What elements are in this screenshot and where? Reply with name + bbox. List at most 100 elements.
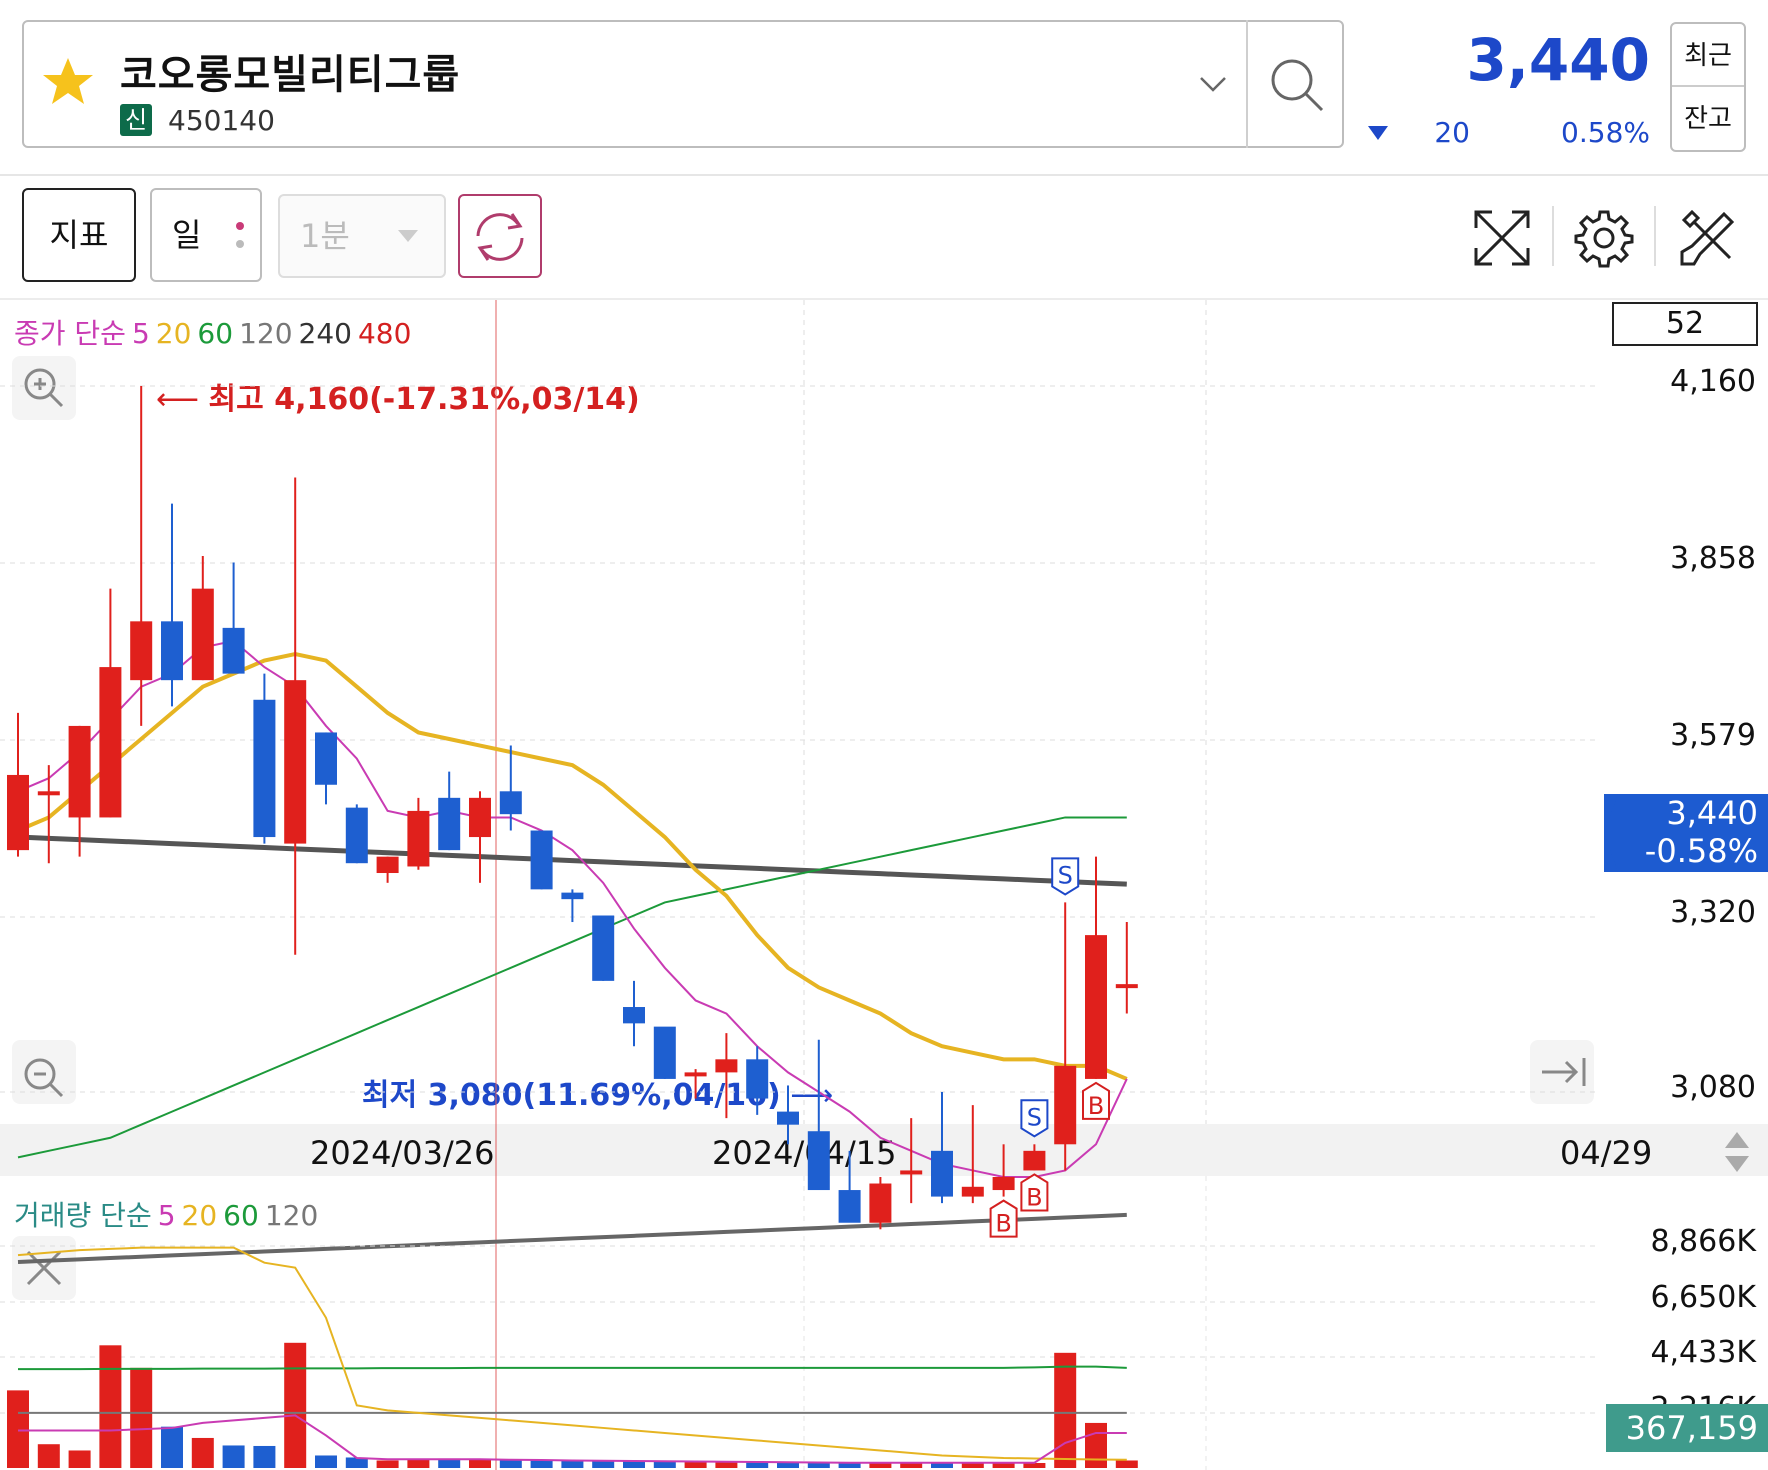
stock-name: 코오롱모빌리티그룹	[120, 52, 461, 98]
volume-y-tick: 8,866K	[1650, 1224, 1756, 1259]
volume-y-tick: 6,650K	[1650, 1280, 1756, 1315]
volume-bar	[253, 1445, 276, 1468]
svg-text:S: S	[1027, 1103, 1042, 1131]
candle-body	[684, 1072, 707, 1077]
ma240-line	[17, 1212, 1127, 1264]
volume-bar	[561, 1460, 584, 1468]
price-volume-chart[interactable]: BBSSB	[0, 300, 1610, 1470]
candle-body	[869, 1183, 892, 1223]
candle-body	[592, 915, 615, 981]
volume-bar	[530, 1460, 553, 1468]
volume-bar	[592, 1460, 615, 1468]
favorite-star-icon[interactable]	[40, 56, 96, 108]
price-change: 20	[1434, 116, 1470, 149]
candle-body	[1054, 1065, 1077, 1145]
price-y-tick: 3,579	[1670, 718, 1756, 753]
candle-body	[1115, 984, 1138, 989]
candle-body	[961, 1186, 984, 1197]
divider	[0, 174, 1768, 176]
sell-signal-marker: S	[1051, 857, 1080, 896]
interval-select[interactable]: 1분	[278, 194, 446, 278]
volume-bar	[7, 1390, 29, 1468]
candle-body	[130, 621, 153, 681]
candle-body	[222, 627, 245, 674]
candle-body	[376, 856, 399, 874]
candle-body	[900, 1170, 923, 1175]
svg-text:B: B	[1088, 1092, 1104, 1120]
candle-body	[99, 667, 122, 818]
volume-bar	[653, 1461, 676, 1468]
candle-body	[807, 1131, 830, 1191]
volume-bar	[99, 1345, 122, 1468]
volume-bar	[499, 1460, 522, 1468]
search-button[interactable]	[1246, 20, 1344, 148]
volume-bar	[684, 1461, 707, 1468]
buy-signal-marker: B	[1082, 1081, 1110, 1120]
candle-body	[345, 807, 368, 864]
recent-button[interactable]: 최근	[1672, 24, 1744, 87]
search-icon	[1271, 59, 1324, 112]
price-y-tick: 3,320	[1670, 895, 1756, 930]
tools-icon[interactable]	[1674, 206, 1738, 270]
volume-bar	[284, 1342, 307, 1468]
recent-balance-toggle: 최근 잔고	[1670, 22, 1746, 152]
volume-bar	[191, 1437, 214, 1468]
candle-body	[561, 892, 584, 900]
refresh-icon	[476, 213, 524, 261]
candle-body	[931, 1150, 953, 1197]
indicator-button[interactable]: 지표	[22, 188, 136, 282]
volume-bar	[931, 1462, 953, 1468]
volume-bar	[130, 1367, 153, 1468]
buy-signal-marker: B	[989, 1199, 1018, 1238]
candle-body	[530, 830, 553, 890]
svg-text:B: B	[1026, 1183, 1042, 1211]
candle-body	[715, 1059, 738, 1073]
volume-bar	[746, 1462, 769, 1468]
candle-body	[653, 1026, 676, 1079]
volume-bar	[1023, 1462, 1046, 1468]
volume-bar	[1085, 1422, 1107, 1468]
candle-body	[1085, 935, 1107, 1079]
current-price-tag: 3,440 -0.58%	[1604, 794, 1768, 872]
ma60-line	[17, 816, 1127, 1159]
toolbar-divider	[1654, 206, 1656, 266]
svg-text:B: B	[995, 1210, 1011, 1238]
price-y-tick: 4,160	[1670, 364, 1756, 399]
candle-body	[499, 791, 522, 815]
current-price-tag-value: 3,440	[1666, 794, 1758, 832]
candle-count-box[interactable]: 52	[1612, 302, 1758, 346]
candle-body	[7, 774, 29, 851]
volume-bar	[1115, 1460, 1138, 1468]
current-price: 3,440	[1466, 26, 1650, 94]
ma20-line	[17, 651, 1128, 1081]
chevron-down-icon[interactable]	[1198, 74, 1228, 96]
down-arrow-icon	[1368, 126, 1388, 140]
volume-bar	[992, 1462, 1015, 1468]
credit-badge: 신	[120, 104, 152, 136]
toolbar-divider	[1552, 206, 1554, 266]
current-volume-tag: 367,159	[1606, 1404, 1768, 1452]
sell-signal-marker: S	[1020, 1099, 1049, 1138]
refresh-button[interactable]	[458, 194, 542, 278]
candle-body	[407, 810, 430, 867]
resize-arrows-icon[interactable]	[1722, 1130, 1752, 1174]
candle-body	[623, 1007, 645, 1024]
interval-label: 1분	[300, 217, 350, 255]
volume-bar	[407, 1459, 430, 1468]
candle-body	[284, 680, 307, 844]
fullscreen-icon[interactable]	[1470, 206, 1534, 270]
volume-bar	[469, 1459, 491, 1468]
gear-icon[interactable]	[1572, 206, 1636, 270]
more-dots-icon	[236, 222, 244, 258]
stock-code: 450140	[168, 104, 275, 137]
balance-button[interactable]: 잔고	[1672, 87, 1744, 150]
candle-body	[37, 791, 60, 796]
svg-text:S: S	[1058, 861, 1073, 889]
price-y-tick: 3,080	[1670, 1070, 1756, 1105]
volume-bar	[161, 1426, 183, 1468]
candle-body	[838, 1190, 861, 1223]
volume-bar	[623, 1461, 645, 1468]
period-day-button[interactable]: 일	[150, 188, 262, 282]
candle-body	[191, 588, 214, 681]
volume-bar	[315, 1455, 337, 1468]
